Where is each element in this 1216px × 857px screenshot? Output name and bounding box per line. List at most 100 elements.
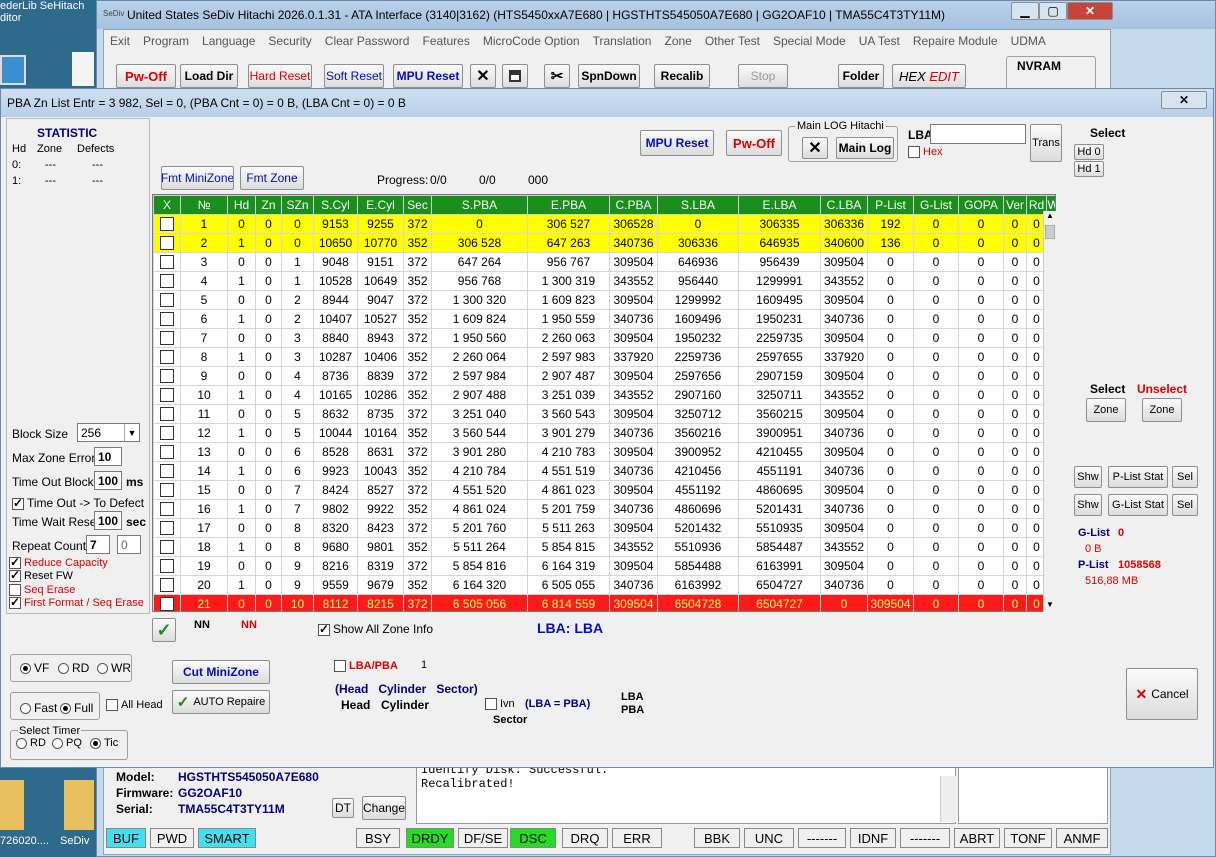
reduce-capacity-checkbox[interactable]: Reduce Capacity (9, 555, 108, 570)
row-select-checkbox[interactable] (153, 271, 181, 291)
column-header[interactable]: E.PBA (527, 195, 610, 215)
log-scrollbar[interactable] (940, 776, 956, 822)
first-format-checkbox[interactable]: First Format / Seq Erase (9, 595, 144, 610)
pw-off-dialog-button[interactable]: Pw-Off (726, 130, 782, 156)
block-size-select[interactable]: 256 ▼ (77, 423, 140, 442)
row-select-checkbox[interactable] (153, 233, 181, 253)
row-select-checkbox[interactable] (153, 480, 181, 500)
tools-button[interactable]: ✂ (544, 64, 570, 88)
glist-sel-button[interactable]: Sel (1172, 494, 1198, 516)
hard-reset-button[interactable]: Hard Reset (248, 64, 312, 88)
hd1-button[interactable]: Hd 1 (1074, 161, 1104, 177)
hex-checkbox[interactable]: Hex (908, 146, 943, 159)
max-zone-error-input[interactable]: 10 (94, 447, 122, 466)
table-row[interactable]: 2 1 0 0 10650 10770 352 306 528 647 263 340736 306… (153, 233, 1055, 253)
menu-ua-test[interactable]: UA Test (859, 34, 900, 48)
menu-repaire-module[interactable]: Repaire Module (913, 34, 998, 48)
row-select-checkbox[interactable] (153, 290, 181, 310)
row-select-checkbox[interactable] (153, 385, 181, 405)
log-box[interactable]: Identify Disk: Successful. Recalibrated! (416, 760, 956, 824)
plist-sel-button[interactable]: Sel (1172, 466, 1198, 488)
all-head-checkbox[interactable]: All Head (106, 699, 163, 712)
row-select-checkbox[interactable] (153, 328, 181, 348)
full-radio[interactable]: Full (60, 701, 93, 715)
row-select-checkbox[interactable] (153, 537, 181, 557)
menu-features[interactable]: Features (422, 34, 469, 48)
menu-program[interactable]: Program (143, 34, 189, 48)
table-row[interactable]: 8 1 0 3 10287 10406 352 2 260 064 2 597 983 33792… (153, 347, 1055, 367)
table-row[interactable]: 11 0 0 5 8632 8735 372 3 251 040 3 560 543 309504… (153, 404, 1055, 424)
column-header[interactable]: S.PBA (431, 195, 528, 215)
load-dir-button[interactable]: Load Dir (180, 64, 238, 88)
pw-off-button[interactable]: Pw-Off (116, 64, 176, 88)
dt-button[interactable]: DT (332, 798, 354, 818)
minimize-button[interactable]: ▁ (1011, 2, 1039, 20)
table-row[interactable]: 6 1 0 2 10407 10527 352 1 609 824 1 950 559 34073… (153, 309, 1055, 329)
shw-plist-button[interactable]: Shw (1074, 466, 1102, 488)
table-row[interactable]: 5 0 0 2 8944 9047 372 1 300 320 1 609 823 309504 1… (153, 290, 1055, 310)
column-header[interactable]: Zn (255, 195, 282, 215)
plist-stat-button[interactable]: P-List Stat (1108, 466, 1168, 488)
main-log-x-button[interactable]: ✕ (802, 137, 828, 159)
column-header[interactable]: SZn (281, 195, 314, 215)
stop-button[interactable]: Stop (738, 64, 788, 88)
row-select-checkbox[interactable] (153, 461, 181, 481)
timer-rd-radio[interactable]: RD (16, 737, 46, 749)
folder-icon[interactable] (64, 780, 94, 830)
row-select-checkbox[interactable] (153, 252, 181, 272)
change-button[interactable]: Change (362, 796, 406, 820)
menu-udma[interactable]: UDMA (1011, 34, 1046, 48)
reset-fw-checkbox[interactable]: Reset FW (9, 568, 73, 583)
repeat-count-input[interactable]: 7 (86, 535, 110, 554)
column-header[interactable]: E.Cyl (357, 195, 404, 215)
fmt-minizone-button[interactable]: Fmt MiniZone (161, 166, 234, 190)
maximize-button[interactable]: ▢ (1039, 2, 1067, 20)
table-row[interactable]: 9 0 0 4 8736 8839 372 2 597 984 2 907 487 309504 2… (153, 366, 1055, 386)
trans-button[interactable]: Trans (1030, 124, 1062, 162)
spndown-button[interactable]: SpnDown (578, 64, 640, 88)
table-row[interactable]: 12 1 0 5 10044 10164 352 3 560 544 3 901 279 3407… (153, 423, 1055, 443)
cut-minizone-button[interactable]: Cut MiniZone (172, 660, 270, 684)
wr-radio[interactable]: WR (97, 661, 131, 675)
timer-pq-radio[interactable]: PQ (52, 737, 82, 749)
zone-table[interactable]: X № Hd Zn SZn S.Cyl E.Cyl Sec S.PBA E.PBA C.PBA S.L… (152, 194, 1056, 612)
row-select-checkbox[interactable] (153, 575, 181, 595)
column-header[interactable]: P-List (867, 195, 914, 215)
time-out-block-input[interactable]: 100 (94, 471, 122, 490)
table-row[interactable]: 20 1 0 9 9559 9679 352 6 164 320 6 505 055 340736… (153, 575, 1055, 595)
row-select-checkbox[interactable] (153, 423, 181, 443)
mpu-reset-toolbar-button[interactable]: MPU Reset (393, 64, 463, 88)
lba-pba-checkbox[interactable]: LBA/PBA (334, 660, 398, 673)
hd0-button[interactable]: Hd 0 (1074, 144, 1104, 160)
scroll-thumb[interactable] (1045, 225, 1055, 239)
row-select-checkbox[interactable] (153, 404, 181, 424)
shw-glist-button[interactable]: Shw (1074, 494, 1102, 516)
main-log-button[interactable]: Main Log (836, 137, 894, 159)
table-row[interactable]: 17 0 0 8 8320 8423 372 5 201 760 5 511 263 309504… (153, 518, 1055, 538)
table-row[interactable]: 21 0 0 10 8112 8215 372 6 505 056 6 814 559 30950… (153, 594, 1055, 611)
time-wait-reset-input[interactable]: 100 (94, 511, 122, 530)
row-select-checkbox[interactable] (153, 442, 181, 462)
folder-icon[interactable] (0, 780, 24, 830)
menu-language[interactable]: Language (202, 34, 255, 48)
mpu-reset-button[interactable]: MPU Reset (640, 130, 714, 156)
apply-check-button[interactable]: ✓ (152, 618, 176, 642)
column-header[interactable]: S.Cyl (313, 195, 358, 215)
table-row[interactable]: 14 1 0 6 9923 10043 352 4 210 784 4 551 519 34073… (153, 461, 1055, 481)
menu-exit[interactable]: Exit (110, 34, 130, 48)
table-row[interactable]: 1 0 0 0 9153 9255 372 0 306 527 306528 0 306335 3063… (153, 214, 1055, 234)
menu-clear-password[interactable]: Clear Password (325, 34, 410, 48)
column-header[interactable]: E.LBA (738, 195, 821, 215)
timer-tic-radio[interactable]: Tic (90, 737, 118, 749)
auto-repaire-button[interactable]: ✓ AUTO Repaire (172, 690, 270, 714)
table-row[interactable]: 10 1 0 4 10165 10286 352 2 907 488 3 251 039 3435… (153, 385, 1055, 405)
column-header[interactable]: GOPA (958, 195, 1004, 215)
row-select-checkbox[interactable] (153, 594, 181, 611)
folder-button[interactable]: Folder (838, 64, 884, 88)
fmt-zone-button[interactable]: Fmt Zone (240, 166, 304, 190)
table-row[interactable]: 4 1 0 1 10528 10649 352 956 768 1 300 319 343552 9… (153, 271, 1055, 291)
column-header[interactable]: Ver (1003, 195, 1027, 215)
column-header[interactable]: C.LBA (820, 195, 868, 215)
row-select-checkbox[interactable] (153, 309, 181, 329)
hex-edit-button[interactable]: HEX EDIT (892, 64, 966, 88)
